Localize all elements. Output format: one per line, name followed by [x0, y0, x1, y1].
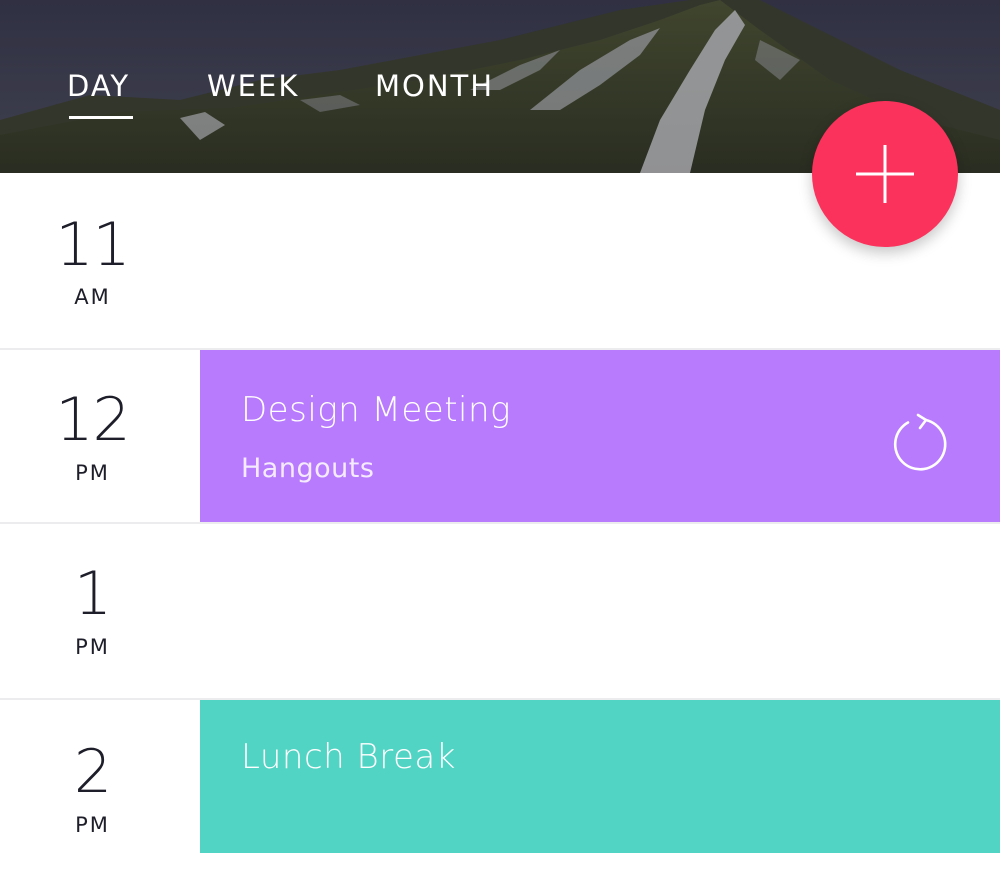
- plus-icon: [856, 145, 914, 203]
- tab-day[interactable]: DAY: [67, 66, 130, 106]
- hour-row-12pm[interactable]: 12 PM Design Meeting Hangouts: [0, 350, 1000, 525]
- view-tabs: DAY WEEK MONTH: [0, 0, 600, 173]
- hour-number: 12: [55, 385, 130, 455]
- hour-period: PM: [75, 813, 110, 837]
- hour-period: PM: [75, 461, 110, 485]
- event-lunch-break[interactable]: Lunch Break: [200, 700, 1000, 853]
- hour-row-2pm[interactable]: 2 PM Lunch Break: [0, 700, 1000, 875]
- event-design-meeting[interactable]: Design Meeting Hangouts: [200, 350, 1000, 522]
- event-title: Lunch Break: [241, 737, 456, 777]
- add-event-button[interactable]: [812, 101, 958, 247]
- repeat-icon[interactable]: [888, 412, 952, 476]
- event-location: Hangouts: [241, 453, 375, 484]
- hour-period: PM: [75, 635, 110, 659]
- hour-number: 11: [55, 210, 130, 280]
- tab-month[interactable]: MONTH: [375, 66, 494, 106]
- event-title: Design Meeting: [241, 390, 511, 430]
- hour-number: 2: [73, 737, 112, 807]
- active-tab-indicator: [69, 116, 133, 119]
- hour-period: AM: [74, 285, 111, 309]
- hour-row-1pm[interactable]: 1 PM: [0, 524, 1000, 699]
- tab-week[interactable]: WEEK: [207, 66, 299, 106]
- hour-number: 1: [73, 559, 112, 629]
